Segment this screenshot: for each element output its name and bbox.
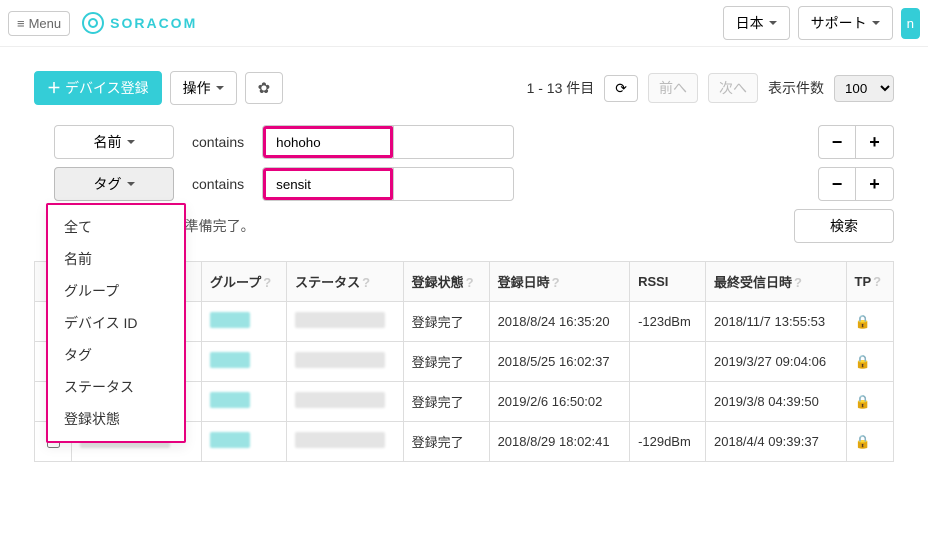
gear-icon: ✿ bbox=[258, 79, 271, 97]
cell-reg-state: 登録完了 bbox=[403, 422, 489, 462]
register-label: デバイス登録 bbox=[65, 78, 149, 98]
help-icon[interactable]: ? bbox=[263, 275, 271, 290]
lock-icon: 🔒 bbox=[855, 314, 871, 329]
refresh-button[interactable]: ⟳ bbox=[604, 75, 638, 102]
menu-button[interactable]: ≡ Menu bbox=[8, 11, 70, 36]
filter-option-group[interactable]: グループ bbox=[48, 275, 184, 307]
add-filter-1[interactable]: + bbox=[856, 125, 894, 159]
next-page-button[interactable]: 次へ bbox=[708, 73, 758, 103]
hamburger-icon: ≡ bbox=[17, 16, 25, 31]
help-icon[interactable]: ? bbox=[362, 275, 370, 290]
cell-reg-at: 2018/5/25 16:02:37 bbox=[489, 342, 630, 382]
cell-rssi bbox=[630, 382, 706, 422]
filter-option-status[interactable]: ステータス bbox=[48, 371, 184, 403]
filter-value-group-2 bbox=[262, 167, 514, 201]
cell-last-rx: 2019/3/8 04:39:50 bbox=[706, 382, 847, 422]
lock-icon: 🔒 bbox=[855, 354, 871, 369]
filter-option-regst[interactable]: 登録状態 bbox=[48, 403, 184, 435]
cell-rssi: -129dBm bbox=[630, 422, 706, 462]
operate-dropdown[interactable]: 操作 bbox=[170, 71, 237, 105]
cell-last-rx: 2019/3/27 09:04:06 bbox=[706, 342, 847, 382]
menu-label: Menu bbox=[29, 16, 62, 31]
brand-text: SORACOM bbox=[110, 15, 197, 31]
filter-key-tag-label: タグ bbox=[94, 174, 122, 194]
filter-value-1b[interactable] bbox=[393, 126, 513, 158]
cell-reg-state: 登録完了 bbox=[403, 302, 489, 342]
cell-reg-state: 登録完了 bbox=[403, 382, 489, 422]
help-icon[interactable]: ? bbox=[794, 275, 802, 290]
cell-lock: 🔒 bbox=[846, 422, 894, 462]
search-label: 検索 bbox=[830, 216, 858, 236]
cell-reg-state: 登録完了 bbox=[403, 342, 489, 382]
locale-dropdown[interactable]: 日本 bbox=[723, 6, 790, 40]
filter-key-name-label: 名前 bbox=[94, 132, 122, 152]
cell-last-rx: 2018/11/7 13:55:53 bbox=[706, 302, 847, 342]
cell-reg-at: 2018/8/24 16:35:20 bbox=[489, 302, 630, 342]
operate-label: 操作 bbox=[183, 78, 211, 98]
col-rssi[interactable]: RSSI bbox=[638, 274, 668, 289]
prev-page-button[interactable]: 前へ bbox=[648, 73, 698, 103]
contains-label-2: contains bbox=[192, 176, 244, 192]
filter-key-name[interactable]: 名前 bbox=[54, 125, 174, 159]
register-device-button[interactable]: ＋ デバイス登録 bbox=[34, 71, 162, 105]
cell-lock: 🔒 bbox=[846, 382, 894, 422]
pager-summary: 1 - 13 件目 bbox=[527, 78, 595, 98]
prev-label: 前へ bbox=[659, 78, 687, 98]
cell-last-rx: 2018/4/4 09:39:37 bbox=[706, 422, 847, 462]
add-filter-2[interactable]: + bbox=[856, 167, 894, 201]
cell-reg-at: 2019/2/6 16:50:02 bbox=[489, 382, 630, 422]
filter-key-dropdown-menu: 全て 名前 グループ デバイス ID タグ ステータス 登録状態 bbox=[46, 203, 186, 443]
brand[interactable]: SORACOM bbox=[82, 12, 197, 34]
page-size-select[interactable]: 100 bbox=[834, 75, 894, 102]
cell-lock: 🔒 bbox=[846, 342, 894, 382]
filter-option-tag[interactable]: タグ bbox=[48, 339, 184, 371]
help-icon[interactable]: ? bbox=[466, 275, 474, 290]
filter-option-name[interactable]: 名前 bbox=[48, 243, 184, 275]
cell-rssi: -123dBm bbox=[630, 302, 706, 342]
next-label: 次へ bbox=[719, 78, 747, 98]
col-status[interactable]: ステータス bbox=[295, 275, 360, 290]
page-size-label: 表示件数 bbox=[768, 78, 824, 98]
lock-icon: 🔒 bbox=[855, 434, 871, 449]
account-chip[interactable]: n bbox=[901, 8, 920, 39]
col-last-rx[interactable]: 最終受信日時 bbox=[714, 275, 792, 290]
lock-icon: 🔒 bbox=[855, 394, 871, 409]
col-group[interactable]: グループ bbox=[210, 275, 261, 290]
cell-lock: 🔒 bbox=[846, 302, 894, 342]
filter-value-2[interactable] bbox=[263, 168, 393, 200]
locale-label: 日本 bbox=[736, 13, 764, 33]
refresh-icon: ⟳ bbox=[615, 80, 627, 97]
settings-button[interactable]: ✿ bbox=[245, 72, 284, 104]
col-tp[interactable]: TP bbox=[855, 274, 872, 289]
filter-value-2b[interactable] bbox=[393, 168, 513, 200]
col-reg-state[interactable]: 登録状態 bbox=[412, 275, 464, 290]
contains-label: contains bbox=[192, 134, 244, 150]
filter-value-group-1 bbox=[262, 125, 514, 159]
brand-swirl-icon bbox=[82, 12, 104, 34]
col-reg-at[interactable]: 登録日時 bbox=[498, 275, 550, 290]
plus-icon: ＋ bbox=[47, 78, 61, 98]
help-icon[interactable]: ? bbox=[873, 274, 881, 289]
support-label: サポート bbox=[811, 13, 867, 33]
cell-rssi bbox=[630, 342, 706, 382]
filter-key-tag[interactable]: タグ bbox=[54, 167, 174, 201]
search-button[interactable]: 検索 bbox=[794, 209, 894, 243]
filter-option-all[interactable]: 全て bbox=[48, 211, 184, 243]
cell-reg-at: 2018/8/29 18:02:41 bbox=[489, 422, 630, 462]
support-dropdown[interactable]: サポート bbox=[798, 6, 893, 40]
filter-value-1[interactable] bbox=[263, 126, 393, 158]
filter-option-device[interactable]: デバイス ID bbox=[48, 307, 184, 339]
remove-filter-2[interactable]: − bbox=[818, 167, 856, 201]
remove-filter-1[interactable]: − bbox=[818, 125, 856, 159]
help-icon[interactable]: ? bbox=[552, 275, 560, 290]
